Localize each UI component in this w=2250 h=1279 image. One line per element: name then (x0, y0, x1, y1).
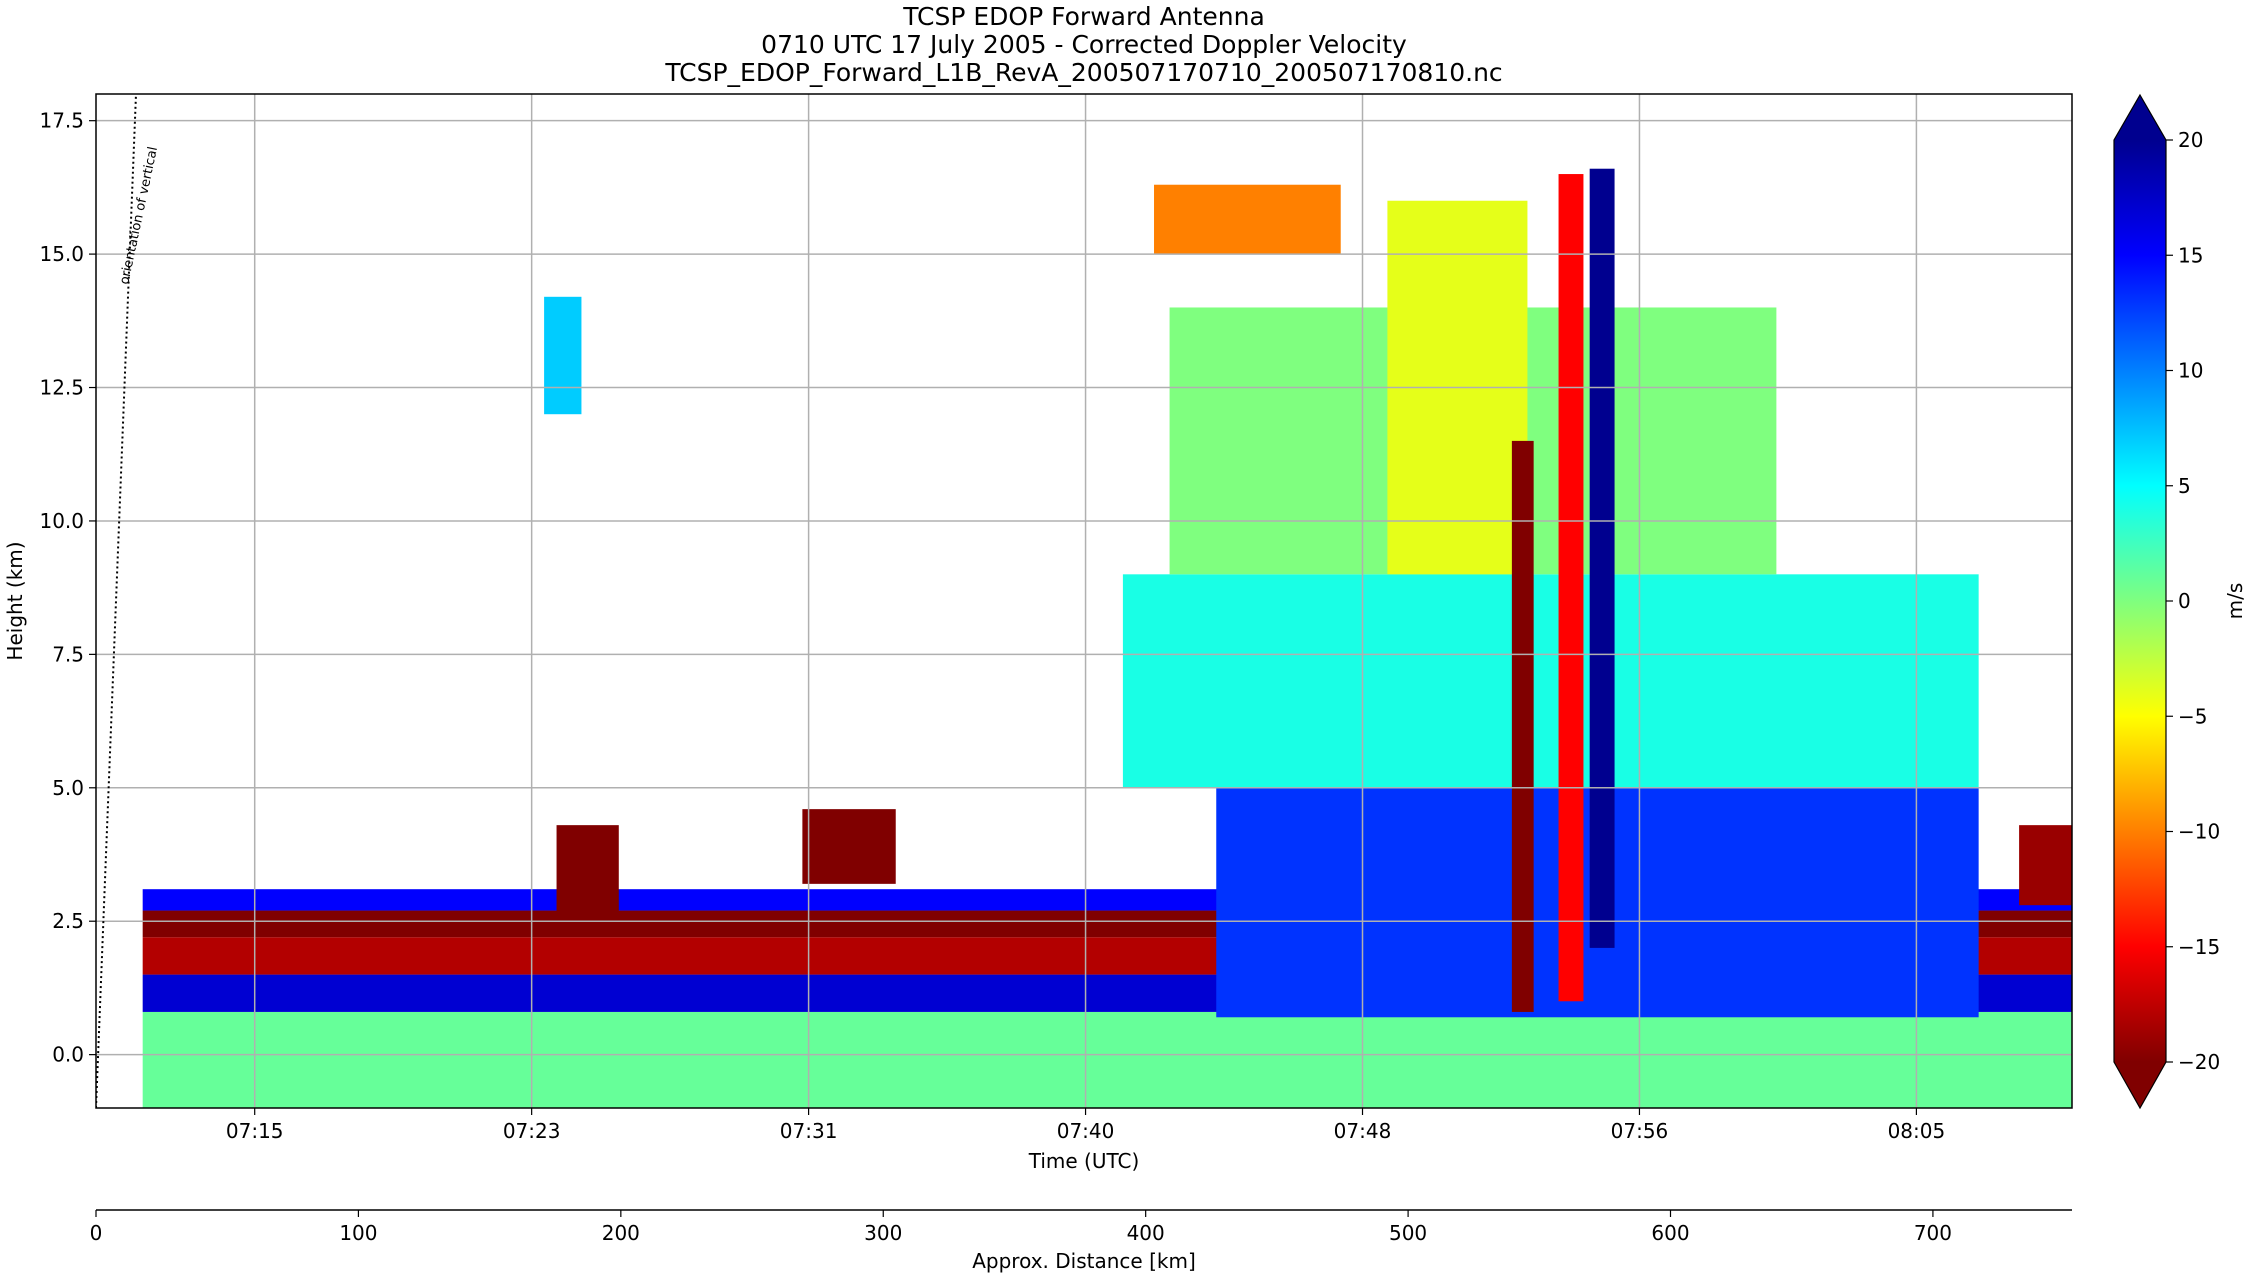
velocity-region (142, 1011, 2072, 1108)
colorbar-tick-label: −5 (2178, 704, 2207, 728)
velocity-region (1589, 168, 1615, 948)
x-tick-label: 07:23 (503, 1119, 561, 1143)
doppler-velocity-chart: TCSP EDOP Forward Antenna 0710 UTC 17 Ju… (0, 0, 2250, 1275)
colorbar-tick-label: −10 (2178, 820, 2220, 844)
y-tick-label: 5.0 (52, 776, 84, 800)
colorbar-tick-label: −15 (2178, 935, 2220, 959)
colorbar-tick-label: −20 (2178, 1050, 2220, 1074)
x-tick-label: 07:31 (780, 1119, 838, 1143)
colorbar-body (2114, 140, 2166, 1062)
distance-tick-label: 0 (90, 1221, 103, 1245)
distance-tick-label: 500 (1389, 1221, 1427, 1245)
y-tick-label: 0.0 (52, 1043, 84, 1067)
y-axis-label: Height (km) (3, 541, 27, 660)
colorbar-label: m/s (2223, 583, 2247, 620)
velocity-region (556, 825, 619, 922)
y-tick-label: 12.5 (39, 376, 84, 400)
velocity-region (2019, 825, 2072, 906)
colorbar-tick-label: 10 (2178, 359, 2203, 383)
distance-tick-label: 300 (864, 1221, 902, 1245)
distance-tick-label: 400 (1127, 1221, 1165, 1245)
colorbar-tick-label: 20 (2178, 128, 2203, 152)
chart-title-line-2: 0710 UTC 17 July 2005 - Corrected Dopple… (761, 30, 1407, 59)
y-tick-label: 2.5 (52, 909, 84, 933)
chart-title-line-3: TCSP_EDOP_Forward_L1B_RevA_200507170710_… (664, 58, 1502, 87)
colorbar-tick-label: 5 (2178, 474, 2191, 498)
y-tick-label: 17.5 (39, 109, 84, 133)
x-tick-label: 07:15 (226, 1119, 284, 1143)
velocity-region (1511, 440, 1534, 1012)
velocity-region (1558, 174, 1584, 1002)
distance-axis-label: Approx. Distance [km] (972, 1249, 1196, 1273)
velocity-region (544, 296, 582, 415)
x-tick-label: 07:40 (1057, 1119, 1115, 1143)
x-tick-label: 07:56 (1611, 1119, 1669, 1143)
x-tick-label: 07:48 (1334, 1119, 1392, 1143)
velocity-region (802, 809, 896, 884)
chart-title-line-1: TCSP EDOP Forward Antenna (902, 2, 1265, 31)
x-axis-label: Time (UTC) (1028, 1149, 1140, 1173)
x-tick-label: 08:05 (1888, 1119, 1946, 1143)
velocity-region (1122, 574, 1979, 788)
y-tick-label: 7.5 (52, 642, 84, 666)
distance-tick-label: 600 (1651, 1221, 1689, 1245)
y-tick-label: 15.0 (39, 242, 84, 266)
colorbar-tick-label: 15 (2178, 243, 2203, 267)
distance-tick-label: 200 (602, 1221, 640, 1245)
y-tick-label: 10.0 (39, 509, 84, 533)
colorbar-tick-label: 0 (2178, 589, 2191, 613)
velocity-region (1154, 184, 1341, 255)
distance-tick-label: 100 (339, 1221, 377, 1245)
distance-tick-label: 700 (1914, 1221, 1952, 1245)
